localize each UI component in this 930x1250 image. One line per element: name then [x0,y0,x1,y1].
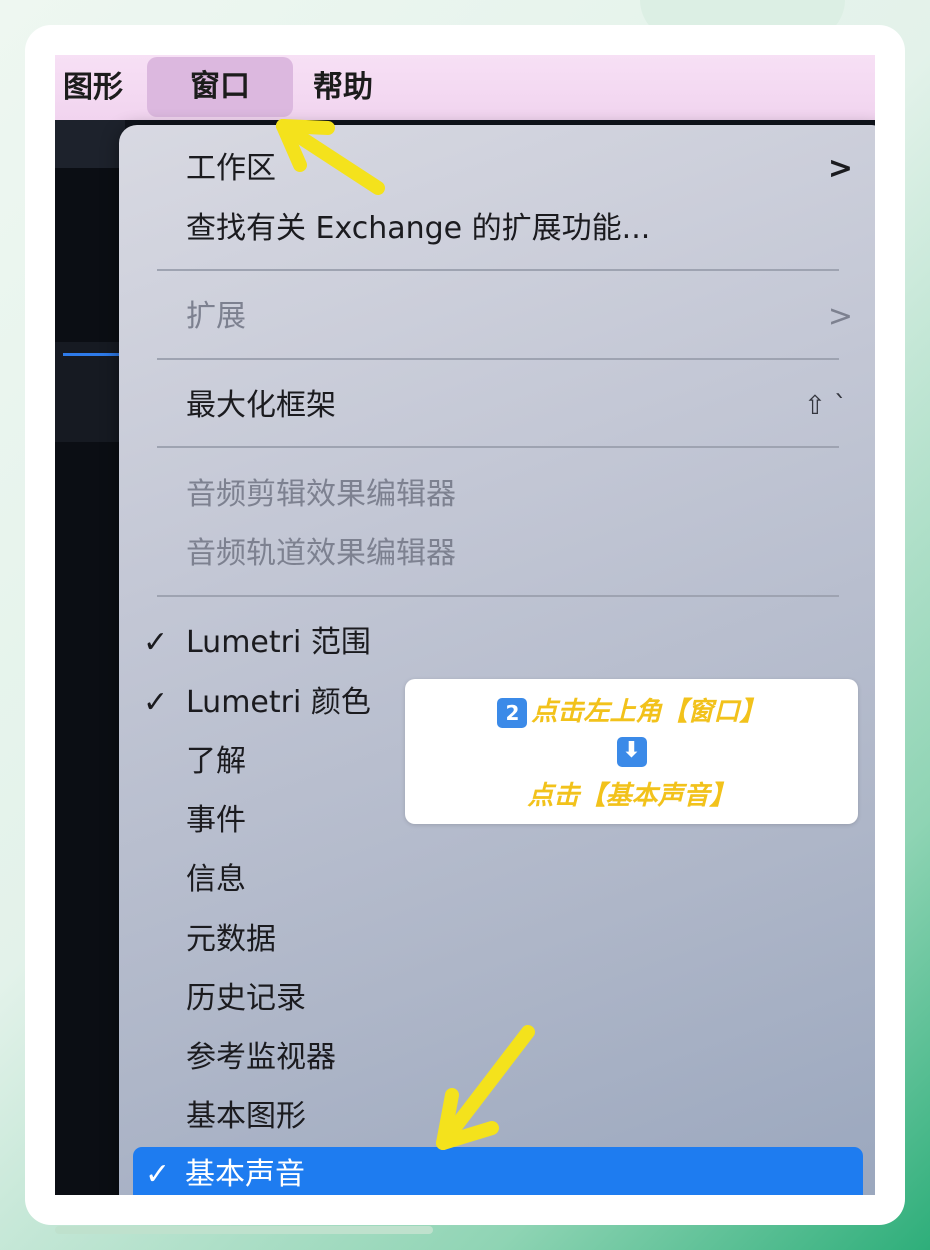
shortcut-shift-backtick: ⇧ ` [803,391,847,421]
pane-highlight-line [63,353,125,356]
instruction-callout: 2 点击左上角【窗口】 ⬇ 点击【基本声音】 [405,679,858,824]
pane-toolbar [55,120,125,168]
menu-separator [157,446,839,448]
menu-item-history[interactable]: 历史记录 [119,971,875,1027]
checkmark-icon: ✓ [143,685,169,720]
menu-item-metadata[interactable]: 元数据 [119,912,875,968]
menu-item-label: 音频剪辑效果编辑器 [186,477,456,512]
menu-item-label: 音频轨道效果编辑器 [186,536,456,571]
chevron-right-icon: > [827,151,853,186]
menu-separator [157,595,839,597]
menu-item-reference-monitor[interactable]: 参考监视器 [119,1030,875,1086]
menubar-item-window[interactable]: 窗口 [147,57,293,117]
menu-item-label: 扩展 [186,299,246,334]
menu-item-label: 历史记录 [186,981,306,1016]
menu-item-label: 查找有关 Exchange 的扩展功能... [186,211,651,246]
menu-separator [157,358,839,360]
menu-item-essential-graphics[interactable]: 基本图形 [119,1089,875,1145]
checkmark-icon: ✓ [145,1157,171,1192]
menu-separator [157,269,839,271]
bottom-decoration [55,1226,433,1234]
editor-pane [55,120,125,1195]
menu-item-find-exchange-extensions[interactable]: 查找有关 Exchange 的扩展功能... [119,201,875,257]
callout-line-3: 点击【基本声音】 [527,781,736,811]
menu-item-label: 最大化框架 [186,388,336,423]
menu-item-label: 事件 [186,803,246,838]
step-number-badge: 2 [497,697,528,728]
menu-item-extensions: 扩展 > [119,289,875,345]
menu-bar: 图形 窗口 帮助 [55,55,875,120]
menu-item-audio-clip-effect-editor: 音频剪辑效果编辑器 [119,467,875,523]
window-menu-dropdown: 工作区 > 查找有关 Exchange 的扩展功能... 扩展 > 最大化框架 … [119,125,875,1195]
menu-item-label: 信息 [186,862,246,897]
pane-panel [55,342,125,442]
menubar-item-help[interactable]: 帮助 [313,55,403,120]
menu-item-label: 基本声音 [185,1157,305,1192]
menu-item-label: 基本图形 [186,1099,306,1134]
callout-step-line: 2 点击左上角【窗口】 [405,691,858,728]
menu-item-label: 工作区 [186,151,276,186]
menu-item-essential-sound[interactable]: ✓ 基本声音 [133,1147,863,1195]
menu-item-label: Lumetri 范围 [186,625,371,660]
menu-item-workspace[interactable]: 工作区 > [119,141,875,197]
menu-item-label: Lumetri 颜色 [186,685,371,720]
screenshot-area: 图形 窗口 帮助 工作区 > 查找有关 Exchange 的扩展功能... 扩展… [55,55,875,1195]
menu-item-audio-track-effect-editor: 音频轨道效果编辑器 [119,526,875,582]
menu-item-lumetri-scopes[interactable]: ✓ Lumetri 范围 [119,615,875,671]
checkmark-icon: ✓ [143,625,169,660]
menu-item-maximize-frame[interactable]: 最大化框架 ⇧ ` [119,378,875,434]
menu-item-info[interactable]: 信息 [119,852,875,908]
callout-arrow-line: ⬇ [405,734,858,767]
menu-item-label: 元数据 [186,922,276,957]
callout-line-1: 点击左上角【窗口】 [531,697,766,727]
chevron-right-icon: > [827,299,853,334]
menu-item-label: 了解 [186,744,246,779]
arrow-down-icon: ⬇ [616,737,647,767]
menu-item-label: 参考监视器 [186,1040,336,1075]
menubar-item-graphics[interactable]: 图形 [63,55,143,120]
